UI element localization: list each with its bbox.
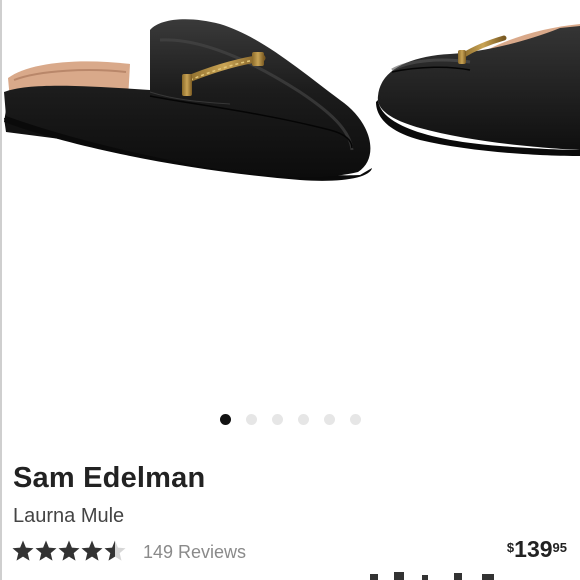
carousel-dot[interactable]: [246, 414, 257, 425]
carousel-dot[interactable]: [350, 414, 361, 425]
star-filled-icon: [12, 540, 34, 561]
carousel-dot[interactable]: [324, 414, 335, 425]
carousel-dot[interactable]: [220, 414, 231, 425]
product-page: Sam Edelman Laurna Mule 149 Reviews $ 13…: [0, 0, 580, 580]
star-filled-icon: [35, 540, 57, 561]
product-price: $ 139 95: [507, 536, 567, 562]
price-dollars: 139: [514, 536, 553, 562]
star-half-icon: [104, 540, 126, 561]
product-image-carousel[interactable]: [0, 0, 580, 400]
carousel-dot[interactable]: [272, 414, 283, 425]
shoe-right-image: [376, 24, 580, 156]
star-filled-icon: [81, 540, 103, 561]
product-image: [4, 19, 580, 181]
rating-stars[interactable]: [12, 538, 127, 564]
product-brand[interactable]: Sam Edelman: [13, 462, 205, 495]
product-name: Laurna Mule: [13, 505, 125, 527]
shoe-left-image: [4, 19, 372, 181]
carousel-pagination: [0, 414, 580, 426]
price-currency: $: [506, 540, 515, 555]
next-section-peek: [370, 572, 494, 580]
reviews-link[interactable]: 149 Reviews: [143, 542, 246, 563]
price-cents: 95: [552, 540, 567, 555]
star-filled-icon: [58, 540, 80, 561]
carousel-dot[interactable]: [298, 414, 309, 425]
